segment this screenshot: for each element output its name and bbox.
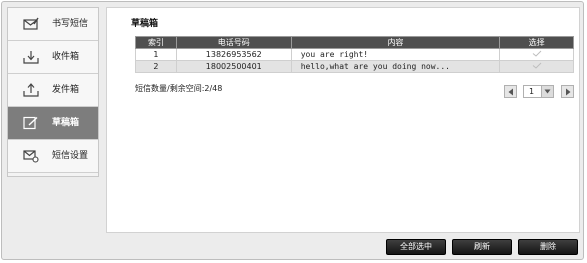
sidebar-item-label: 发件箱 (52, 85, 80, 95)
sidebar-item-drafts[interactable]: 草稿箱 (8, 107, 98, 140)
sidebar-item-compose[interactable]: 书写短信 (8, 8, 98, 41)
drafts-table: 索引 电话号码 内容 选择 1 13826953562 you are righ… (135, 36, 574, 73)
row-index: 2 (135, 60, 177, 73)
refresh-button[interactable]: 刷新 (452, 239, 512, 255)
sidebar-item-outbox[interactable]: 发件箱 (8, 74, 98, 107)
row-content[interactable]: you are right! (290, 48, 501, 61)
sidebar-item-label: 草稿箱 (52, 118, 80, 128)
compose-mail-icon (23, 17, 39, 31)
column-header-index: 索引 (135, 36, 177, 49)
column-header-select: 选择 (499, 36, 574, 49)
page-select-value: 1 (529, 87, 535, 96)
chevron-down-icon[interactable] (541, 86, 553, 97)
row-select-checkbox[interactable] (499, 60, 574, 73)
message-count-status: 短信数量/剩余空间:2/48 (135, 84, 223, 93)
sms-settings-icon (23, 149, 39, 163)
sidebar-item-label: 收件箱 (52, 52, 80, 62)
sidebar: 书写短信 收件箱 发件箱 草稿箱 短信设置 (7, 7, 99, 177)
checkmark-icon (532, 62, 541, 69)
triangle-left-icon (508, 88, 513, 96)
checkmark-icon (532, 50, 541, 57)
row-index: 1 (135, 48, 177, 61)
row-content[interactable]: hello,what are you doing now... (290, 60, 501, 73)
row-select-checkbox[interactable] (499, 48, 574, 61)
table-row[interactable]: 2 18002500401 hello,what are you doing n… (135, 60, 574, 73)
column-header-phone: 电话号码 (175, 36, 292, 49)
sidebar-item-inbox[interactable]: 收件箱 (8, 41, 98, 74)
sidebar-item-sms-settings[interactable]: 短信设置 (8, 140, 98, 173)
drafts-icon (23, 116, 39, 130)
column-header-content: 内容 (290, 36, 501, 49)
outbox-icon (23, 83, 39, 97)
page-title: 草稿箱 (131, 19, 159, 29)
next-page-button[interactable] (561, 85, 574, 98)
table-header-row: 索引 电话号码 内容 选择 (135, 36, 574, 49)
triangle-right-icon (566, 88, 571, 96)
sidebar-item-label: 短信设置 (52, 151, 89, 161)
row-phone: 13826953562 (175, 48, 292, 61)
app-frame: 书写短信 收件箱 发件箱 草稿箱 短信设置 草稿箱 索引 电话号码 内容 选择 … (1, 1, 584, 260)
select-all-button[interactable]: 全部选中 (386, 239, 446, 255)
drafts-panel: 草稿箱 索引 电话号码 内容 选择 1 13826953562 you are … (106, 7, 580, 233)
row-phone: 18002500401 (175, 60, 292, 73)
inbox-icon (23, 50, 39, 64)
page-select[interactable]: 1 (523, 85, 554, 98)
delete-button[interactable]: 删除 (518, 239, 578, 255)
table-row[interactable]: 1 13826953562 you are right! (135, 48, 574, 61)
sidebar-item-label: 书写短信 (52, 19, 89, 29)
prev-page-button[interactable] (504, 85, 517, 98)
